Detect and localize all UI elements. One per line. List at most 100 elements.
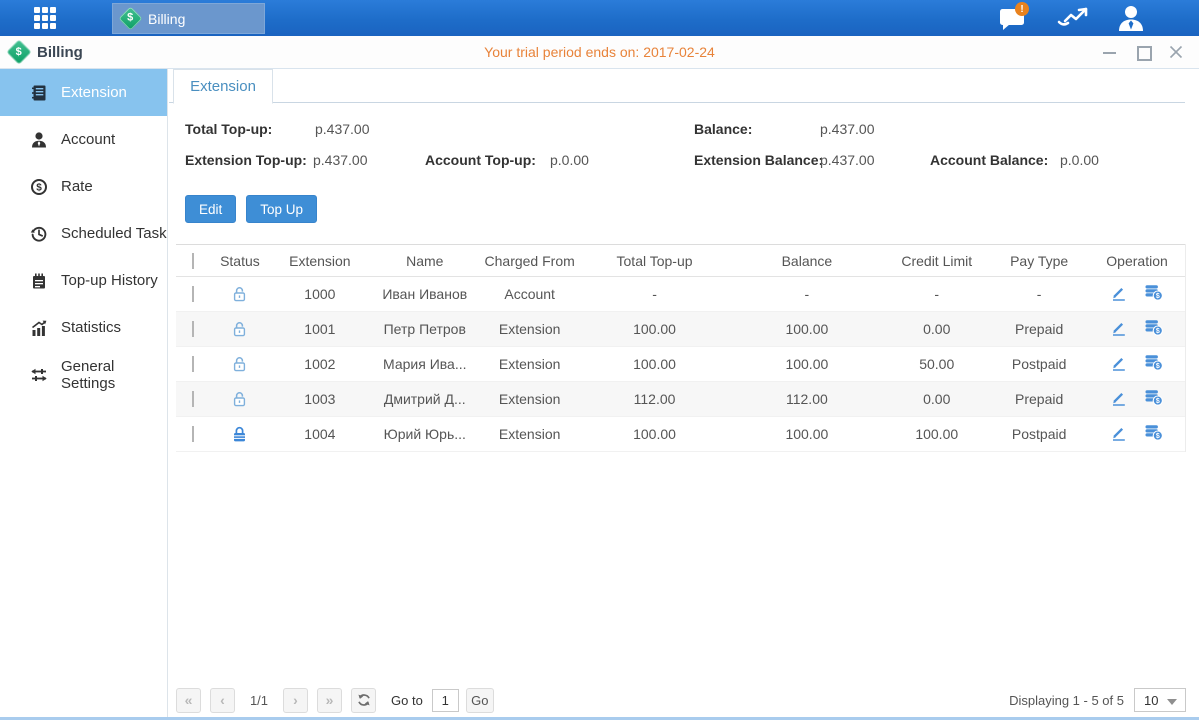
balance-cell: -	[729, 286, 884, 302]
displaying-text: Displaying 1 - 5 of 5	[1009, 693, 1124, 708]
charged-from-cell: Extension	[480, 356, 580, 372]
unlocked-icon	[231, 355, 248, 373]
top-up-row-icon[interactable]: $	[1144, 284, 1163, 304]
taskbar-tab-label: Billing	[148, 11, 185, 27]
row-checkbox[interactable]	[192, 321, 194, 337]
table-body: 1000 Иван Иванов Account - - - -	[176, 277, 1185, 452]
sidebar-item-extension[interactable]: Extension	[0, 69, 167, 116]
billing-app-window: $ Billing !	[0, 0, 1199, 720]
row-checkbox[interactable]	[192, 426, 194, 442]
sidebar-item-general-settings[interactable]: General Settings	[0, 351, 167, 398]
sidebar-item-scheduled-task[interactable]: Scheduled Task	[0, 210, 167, 257]
edit-button[interactable]: Edit	[185, 195, 236, 223]
top-up-button[interactable]: Top Up	[246, 195, 317, 223]
credit-limit-cell: 0.00	[884, 391, 989, 407]
maximize-button[interactable]	[1136, 45, 1150, 59]
page-indicator: 1/1	[244, 693, 274, 708]
pay-type-cell: Postpaid	[989, 356, 1089, 372]
taskbar: $ Billing !	[0, 0, 1199, 36]
person-icon	[30, 131, 48, 149]
action-buttons: Edit Top Up	[185, 195, 317, 223]
credit-limit-cell: 50.00	[884, 356, 989, 372]
credit-limit-cell: -	[884, 286, 989, 302]
top-up-row-icon[interactable]: $	[1144, 424, 1163, 444]
svg-text:$: $	[1156, 328, 1160, 335]
top-up-row-icon[interactable]: $	[1144, 354, 1163, 374]
charged-from-cell: Extension	[480, 391, 580, 407]
total-topup-cell: 100.00	[580, 356, 730, 372]
notepad-icon	[30, 272, 48, 290]
operation-cell: $	[1089, 424, 1185, 444]
close-button[interactable]	[1169, 45, 1183, 59]
sidebar-item-label: Rate	[61, 178, 93, 195]
credit-limit-cell: 100.00	[884, 426, 989, 442]
status-cell	[210, 425, 270, 443]
dollar-coin-icon: $	[30, 178, 48, 196]
pagination-bar: « ‹ 1/1 › » Go to Go Displaying 1 - 5 of…	[176, 686, 1186, 714]
credit-limit-cell: 0.00	[884, 321, 989, 337]
taskbar-tab-billing[interactable]: $ Billing	[112, 3, 265, 34]
sidebar-item-statistics[interactable]: Statistics	[0, 304, 167, 351]
extension-table: Status Extension Name Charged From Total…	[176, 244, 1186, 452]
table-row: 1001 Петр Петров Extension 100.00 100.00…	[176, 312, 1185, 347]
col-total-topup: Total Top-up	[580, 253, 730, 269]
status-cell	[210, 285, 270, 303]
page-size-select[interactable]: 10	[1134, 688, 1186, 712]
svg-text:$: $	[36, 182, 42, 193]
next-page-button[interactable]: ›	[283, 688, 308, 713]
sidebar-item-account[interactable]: Account	[0, 116, 167, 163]
total-topup-cell: 100.00	[580, 426, 730, 442]
edit-row-icon[interactable]	[1111, 425, 1127, 444]
row-checkbox[interactable]	[192, 391, 194, 407]
pay-type-cell: Prepaid	[989, 391, 1089, 407]
extension-cell: 1002	[270, 356, 370, 372]
edit-row-icon[interactable]	[1111, 320, 1127, 339]
refresh-button[interactable]	[351, 688, 376, 713]
extension-cell: 1000	[270, 286, 370, 302]
window-titlebar: Your trial period ends on: 2017-02-24 $ …	[0, 36, 1199, 69]
table-row: 1000 Иван Иванов Account - - - -	[176, 277, 1185, 312]
minimize-button[interactable]	[1103, 45, 1117, 59]
col-status: Status	[210, 253, 270, 269]
select-all-checkbox[interactable]	[192, 253, 194, 269]
prev-page-button[interactable]: ‹	[210, 688, 235, 713]
col-operation: Operation	[1089, 253, 1185, 269]
name-cell: Петр Петров	[370, 321, 480, 337]
edit-row-icon[interactable]	[1111, 390, 1127, 409]
edit-row-icon[interactable]	[1111, 285, 1127, 304]
billing-app-icon: $	[118, 6, 142, 30]
edit-row-icon[interactable]	[1111, 355, 1127, 374]
window-title: $ Billing	[10, 36, 83, 68]
sidebar-item-label: Extension	[61, 84, 127, 101]
table-row: 1004 Юрий Юрь... Extension 100.00 100.00…	[176, 417, 1185, 452]
balance-summary: Total Top-up: p.437.00 Balance: p.437.00…	[169, 103, 1199, 195]
notification-badge: !	[1015, 2, 1029, 16]
go-button[interactable]: Go	[466, 688, 494, 713]
sidebar-item-label: General Settings	[61, 358, 167, 392]
clock-history-icon	[30, 225, 48, 243]
notifications-icon[interactable]: !	[993, 0, 1033, 36]
extension-cell: 1003	[270, 391, 370, 407]
goto-page-input[interactable]	[432, 689, 459, 712]
top-up-row-icon[interactable]: $	[1144, 319, 1163, 339]
row-checkbox[interactable]	[192, 356, 194, 372]
unlocked-icon	[231, 390, 248, 408]
sidebar-item-topup-history[interactable]: Top-up History	[0, 257, 167, 304]
table-row: 1002 Мария Ива... Extension 100.00 100.0…	[176, 347, 1185, 382]
sidebar-item-rate[interactable]: $ Rate	[0, 163, 167, 210]
status-cell	[210, 390, 270, 408]
first-page-button[interactable]: «	[176, 688, 201, 713]
app-grid-icon[interactable]	[34, 7, 68, 29]
stat-total-topup: Total Top-up: p.437.00	[185, 121, 272, 137]
pay-type-cell: Postpaid	[989, 426, 1089, 442]
sidebar: Extension Account $ Rate Scheduled Task	[0, 69, 168, 717]
last-page-button[interactable]: »	[317, 688, 342, 713]
user-account-icon[interactable]	[1111, 0, 1151, 36]
row-checkbox[interactable]	[192, 286, 194, 302]
tab-extension[interactable]: Extension	[173, 69, 273, 104]
col-extension: Extension	[270, 253, 370, 269]
charged-from-cell: Extension	[480, 321, 580, 337]
activity-chart-icon[interactable]	[1053, 0, 1093, 36]
top-up-row-icon[interactable]: $	[1144, 389, 1163, 409]
locked-icon	[231, 425, 248, 443]
